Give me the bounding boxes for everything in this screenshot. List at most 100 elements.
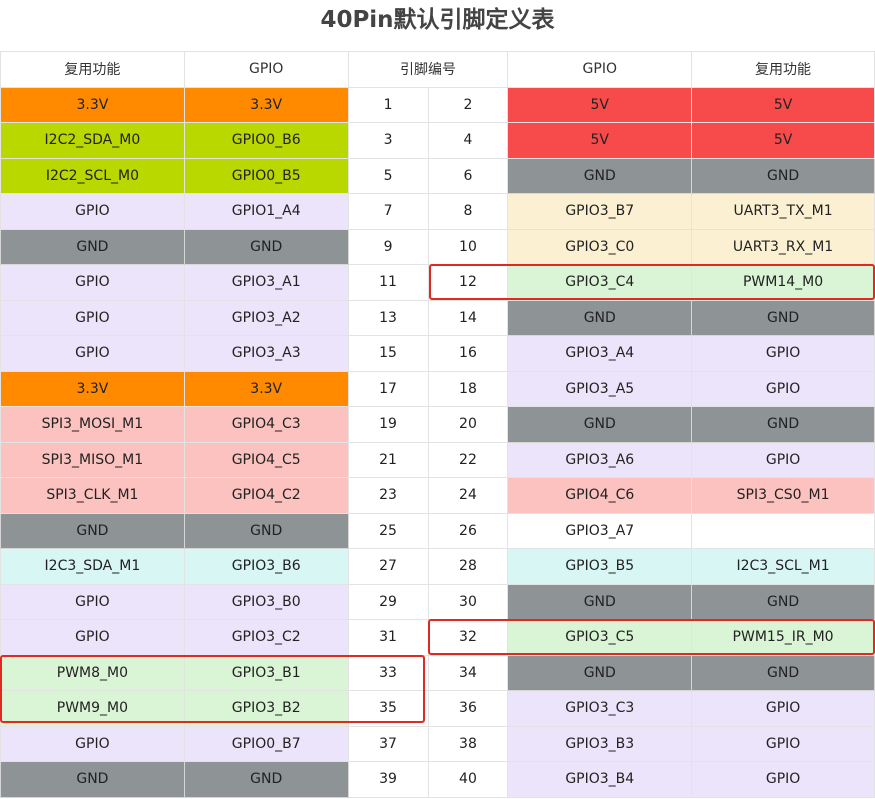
cell-function-right: SPI3_CS0_M1 — [691, 477, 875, 514]
cell-gpio-left: GPIO0_B6 — [183, 122, 349, 159]
cell-pin-odd: 13 — [347, 299, 429, 336]
header-function-left: 复用功能 — [0, 51, 185, 88]
cell-function-left: GPIO — [0, 193, 185, 230]
table-row: I2C2_SCL_M0 GPIO0_B5 5 6 GND GND — [0, 157, 875, 194]
cell-gpio-right: GPIO3_A5 — [507, 370, 693, 407]
cell-function-right: PWM14_M0 — [691, 264, 875, 301]
cell-pin-even: 24 — [427, 477, 509, 514]
cell-pin-odd: 35 — [347, 690, 429, 727]
cell-gpio-left: GND — [183, 512, 349, 549]
cell-gpio-right: GPIO3_A7 — [507, 512, 693, 549]
cell-gpio-left: GPIO4_C5 — [183, 441, 349, 478]
cell-gpio-left: GPIO3_B0 — [183, 583, 349, 620]
cell-gpio-right: GPIO3_C5 — [507, 619, 693, 656]
cell-function-left: GPIO — [0, 619, 185, 656]
cell-pin-odd: 11 — [347, 264, 429, 301]
cell-pin-odd: 7 — [347, 193, 429, 230]
cell-function-right: GND — [691, 583, 875, 620]
cell-pin-odd: 21 — [347, 441, 429, 478]
cell-gpio-left: GPIO0_B5 — [183, 157, 349, 194]
cell-function-left: 3.3V — [0, 86, 185, 123]
cell-gpio-left: GPIO3_A2 — [183, 299, 349, 336]
cell-pin-even: 20 — [427, 406, 509, 443]
cell-pin-even: 14 — [427, 299, 509, 336]
cell-function-left: PWM9_M0 — [0, 690, 185, 727]
cell-function-right: GPIO — [691, 370, 875, 407]
cell-gpio-right: GPIO3_C0 — [507, 228, 693, 265]
cell-function-right — [691, 512, 875, 549]
cell-function-right: 5V — [691, 122, 875, 159]
cell-gpio-right: GND — [507, 299, 693, 336]
cell-gpio-left: GND — [183, 228, 349, 265]
cell-pin-odd: 3 — [347, 122, 429, 159]
cell-pin-even: 12 — [427, 264, 509, 301]
table-row: GPIO GPIO3_A1 11 12 GPIO3_C4 PWM14_M0 — [0, 264, 875, 301]
cell-pin-even: 36 — [427, 690, 509, 727]
cell-function-left: I2C2_SDA_M0 — [0, 122, 185, 159]
cell-function-right: GPIO — [691, 441, 875, 478]
cell-function-right: GND — [691, 299, 875, 336]
table-row: GPIO GPIO3_C2 31 32 GPIO3_C5 PWM15_IR_M0 — [0, 619, 875, 656]
cell-function-right: 5V — [691, 86, 875, 123]
cell-function-left: GPIO — [0, 299, 185, 336]
cell-pin-even: 38 — [427, 725, 509, 762]
cell-pin-even: 6 — [427, 157, 509, 194]
cell-pin-odd: 31 — [347, 619, 429, 656]
table-row: 3.3V 3.3V 1 2 5V 5V — [0, 86, 875, 123]
cell-pin-odd: 23 — [347, 477, 429, 514]
table-row: GND GND 25 26 GPIO3_A7 — [0, 512, 875, 549]
cell-pin-even: 2 — [427, 86, 509, 123]
table-row: SPI3_MISO_M1 GPIO4_C5 21 22 GPIO3_A6 GPIO — [0, 441, 875, 478]
cell-pin-odd: 29 — [347, 583, 429, 620]
cell-pin-odd: 33 — [347, 654, 429, 691]
cell-pin-even: 8 — [427, 193, 509, 230]
header-gpio-right: GPIO — [507, 51, 693, 88]
cell-gpio-right: GPIO4_C6 — [507, 477, 693, 514]
cell-pin-even: 26 — [427, 512, 509, 549]
table-row: GPIO GPIO0_B7 37 38 GPIO3_B3 GPIO — [0, 725, 875, 762]
table-row: PWM9_M0 GPIO3_B2 35 36 GPIO3_C3 GPIO — [0, 690, 875, 727]
cell-gpio-left: GPIO0_B7 — [183, 725, 349, 762]
header-gpio-left: GPIO — [183, 51, 349, 88]
cell-gpio-right: GPIO3_B3 — [507, 725, 693, 762]
cell-gpio-right: GND — [507, 406, 693, 443]
table-row: 3.3V 3.3V 17 18 GPIO3_A5 GPIO — [0, 370, 875, 407]
table-row: SPI3_MOSI_M1 GPIO4_C3 19 20 GND GND — [0, 406, 875, 443]
cell-gpio-left: GPIO3_C2 — [183, 619, 349, 656]
cell-function-left: GPIO — [0, 583, 185, 620]
cell-pin-even: 34 — [427, 654, 509, 691]
cell-function-left: GND — [0, 512, 185, 549]
header-row: 复用功能 GPIO 引脚编号 GPIO 复用功能 — [0, 51, 875, 88]
cell-function-right: UART3_TX_M1 — [691, 193, 875, 230]
cell-pin-odd: 39 — [347, 761, 429, 798]
cell-function-right: I2C3_SCL_M1 — [691, 548, 875, 585]
cell-gpio-right: 5V — [507, 86, 693, 123]
cell-pin-even: 30 — [427, 583, 509, 620]
table-row: SPI3_CLK_M1 GPIO4_C2 23 24 GPIO4_C6 SPI3_CS0_… — [0, 477, 875, 514]
cell-function-right: PWM15_IR_M0 — [691, 619, 875, 656]
table-row: GPIO GPIO1_A4 7 8 GPIO3_B7 UART3_TX_M1 — [0, 193, 875, 230]
cell-function-left: SPI3_MISO_M1 — [0, 441, 185, 478]
table-row: GPIO GPIO3_A2 13 14 GND GND — [0, 299, 875, 336]
cell-pin-even: 40 — [427, 761, 509, 798]
pin-table: 复用功能 GPIO 引脚编号 GPIO 复用功能 3.3V 3.3V 1 2 5V 5V I… — [0, 51, 875, 798]
cell-function-right: GND — [691, 654, 875, 691]
cell-function-right: GPIO — [691, 725, 875, 762]
cell-pin-even: 10 — [427, 228, 509, 265]
cell-gpio-right: GPIO3_B7 — [507, 193, 693, 230]
cell-function-left: GND — [0, 761, 185, 798]
cell-gpio-left: GPIO4_C2 — [183, 477, 349, 514]
table-row: PWM8_M0 GPIO3_B1 33 34 GND GND — [0, 654, 875, 691]
header-function-right: 复用功能 — [691, 51, 875, 88]
cell-pin-even: 18 — [427, 370, 509, 407]
cell-gpio-left: GND — [183, 761, 349, 798]
table-row: GND GND 9 10 GPIO3_C0 UART3_RX_M1 — [0, 228, 875, 265]
cell-pin-odd: 25 — [347, 512, 429, 549]
cell-gpio-left: GPIO3_A3 — [183, 335, 349, 372]
cell-gpio-left: GPIO3_B1 — [183, 654, 349, 691]
cell-gpio-right: GPIO3_B4 — [507, 761, 693, 798]
page-title: 40Pin默认引脚定义表 — [320, 7, 555, 33]
table-row: I2C3_SDA_M1 GPIO3_B6 27 28 GPIO3_B5 I2C3_SCL_… — [0, 548, 875, 585]
cell-pin-odd: 37 — [347, 725, 429, 762]
cell-gpio-right: GPIO3_C3 — [507, 690, 693, 727]
